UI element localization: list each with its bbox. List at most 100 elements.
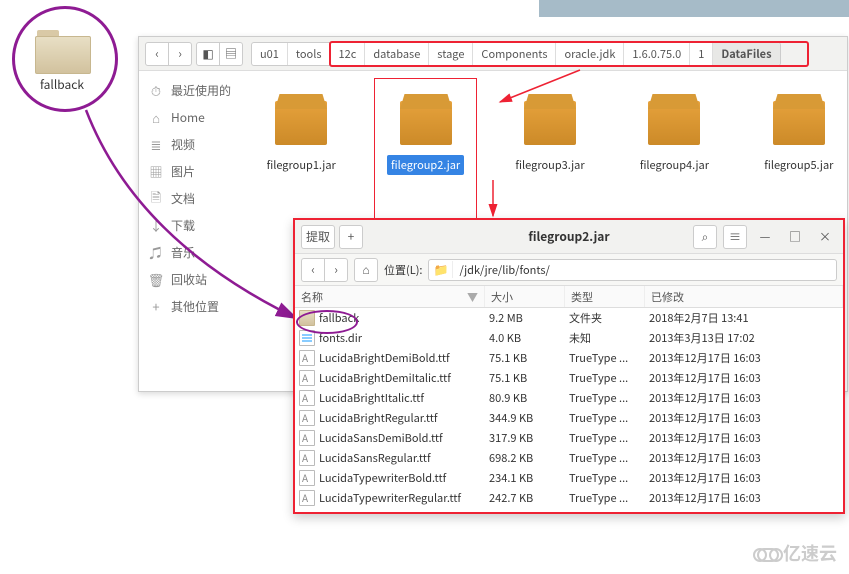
sidebar-icon: ⏱	[149, 84, 163, 98]
sort-indicator-icon: ▼	[467, 289, 478, 305]
sidebar-label: 回收站	[171, 271, 207, 288]
crumb-DataFiles[interactable]: DataFiles	[713, 43, 779, 65]
header-name[interactable]: 名称▼	[295, 286, 485, 307]
crumb-1[interactable]: 1	[690, 43, 713, 65]
font-icon	[299, 410, 315, 426]
sidebar-label: 文档	[171, 190, 195, 207]
watermark: 亿速云	[757, 540, 837, 566]
cell-modified: 2013年12月17日 16:03	[649, 490, 843, 506]
crumb-12c[interactable]: 12c	[330, 43, 365, 65]
sidebar-icon: 🗑	[149, 273, 163, 287]
archive-back-button[interactable]: ‹	[301, 258, 325, 282]
sidebar-icon: ▦	[149, 165, 163, 179]
sidebar-icon: ≣	[149, 138, 163, 152]
table-row[interactable]: LucidaTypewriterBold.ttf234.1 KBTrueType…	[295, 468, 843, 488]
cell-modified: 2013年12月17日 16:03	[649, 350, 843, 366]
close-button[interactable]: ×	[813, 225, 837, 249]
table-row[interactable]: LucidaSansDemiBold.ttf317.9 KBTrueType .…	[295, 428, 843, 448]
minimize-button[interactable]: —	[753, 225, 777, 249]
table-row[interactable]: LucidaBrightItalic.ttf80.9 KBTrueType ..…	[295, 388, 843, 408]
browse-button[interactable]: ◧	[196, 42, 220, 66]
crumb-u01[interactable]: u01	[252, 43, 288, 65]
cell-size: 4.0 KB	[489, 330, 569, 346]
location-input-box[interactable]: 📁 /jdk/jre/lib/fonts/	[428, 259, 837, 281]
header-size[interactable]: 大小	[485, 286, 565, 307]
sidebar-label: 下载	[171, 217, 195, 234]
back-button[interactable]: ‹	[145, 42, 169, 66]
cell-name: LucidaTypewriterBold.ttf	[319, 470, 489, 486]
sidebar-item-音乐[interactable]: ♫音乐	[139, 239, 253, 266]
header-type[interactable]: 类型	[565, 286, 645, 307]
cell-name: LucidaBrightDemiItalic.ttf	[319, 370, 489, 386]
file-name: filegroup1.jar	[263, 155, 340, 175]
sidebar-item-回收站[interactable]: 🗑 回收站	[139, 266, 253, 293]
cell-name: LucidaBrightItalic.ttf	[319, 390, 489, 406]
sidebar-item-图片[interactable]: ▦ 图片	[139, 158, 253, 185]
cell-type: TrueType ...	[569, 430, 649, 446]
crumb-database[interactable]: database	[365, 43, 429, 65]
folder-icon: 📁	[429, 261, 453, 278]
table-row[interactable]: LucidaBrightRegular.ttf344.9 KBTrueType …	[295, 408, 843, 428]
archive-window: 提取 + filegroup2.jar ⌕ ≡ — □ × ‹ › ⌂ 位置(L…	[293, 218, 845, 514]
table-row[interactable]: LucidaBrightDemiItalic.ttf75.1 KBTrueTyp…	[295, 368, 843, 388]
background-accent	[539, 0, 849, 17]
sidebar-label: 图片	[171, 163, 195, 180]
cell-size: 80.9 KB	[489, 390, 569, 406]
archive-forward-button[interactable]: ›	[324, 258, 348, 282]
file-list: fallback9.2 MB文件夹2018年2月7日 13:41fonts.di…	[295, 308, 843, 508]
cell-type: TrueType ...	[569, 470, 649, 486]
sidebar-item-下载[interactable]: ↓ 下载	[139, 212, 253, 239]
column-headers: 名称▼ 大小 类型 已修改	[295, 286, 843, 308]
table-row[interactable]: LucidaTypewriterRegular.ttf242.7 KBTrueT…	[295, 488, 843, 508]
font-icon	[299, 390, 315, 406]
sidebar-item-视频[interactable]: ≣视频	[139, 131, 253, 158]
forward-button[interactable]: ›	[168, 42, 192, 66]
disk-button[interactable]: ▤	[219, 42, 243, 66]
cell-modified: 2013年12月17日 16:03	[649, 370, 843, 386]
crumb-stage[interactable]: stage	[429, 43, 473, 65]
sidebar-icon: 🗎	[149, 192, 163, 206]
sidebar-icon: ↓	[149, 219, 163, 233]
cell-name: LucidaSansDemiBold.ttf	[319, 430, 489, 446]
toolbar: ‹ › ◧ ▤ u01tools12cdatabasestageComponen…	[139, 37, 847, 71]
search-button[interactable]: ⌕	[693, 225, 717, 249]
table-row[interactable]: fallback9.2 MB文件夹2018年2月7日 13:41	[295, 308, 843, 328]
folder-icon	[35, 30, 89, 72]
sidebar-item-文档[interactable]: 🗎 文档	[139, 185, 253, 212]
table-row[interactable]: fonts.dir4.0 KB未知2013年3月13日 17:02	[295, 328, 843, 348]
desktop-folder-fallback[interactable]: fallback	[35, 30, 89, 93]
crumb-oracle.jdk[interactable]: oracle.jdk	[556, 43, 624, 65]
cell-name: LucidaBrightRegular.ttf	[319, 410, 489, 426]
cell-size: 75.1 KB	[489, 370, 569, 386]
sidebar-item-最近使用的[interactable]: ⏱ 最近使用的	[139, 77, 253, 104]
sidebar-label: 最近使用的	[171, 82, 231, 99]
archive-home-button[interactable]: ⌂	[354, 258, 378, 282]
cell-modified: 2013年12月17日 16:03	[649, 450, 843, 466]
sidebar-item-Home[interactable]: ⌂Home	[139, 104, 253, 131]
cell-type: TrueType ...	[569, 390, 649, 406]
package-icon	[269, 87, 333, 147]
crumb-tools[interactable]: tools	[288, 43, 331, 65]
breadcrumb: u01tools12cdatabasestageComponentsoracle…	[251, 42, 781, 66]
maximize-button[interactable]: □	[783, 225, 807, 249]
cell-size: 242.7 KB	[489, 490, 569, 506]
sidebar-icon: ♫	[149, 246, 163, 260]
cell-name: fonts.dir	[319, 330, 489, 346]
table-row[interactable]: LucidaBrightDemiBold.ttf75.1 KBTrueType …	[295, 348, 843, 368]
package-icon	[767, 87, 831, 147]
cell-name: fallback	[319, 310, 489, 326]
add-button[interactable]: +	[339, 225, 363, 249]
crumb-1.6.0.75.0[interactable]: 1.6.0.75.0	[624, 43, 690, 65]
font-icon	[299, 370, 315, 386]
desktop-folder-label: fallback	[35, 76, 89, 93]
cell-type: TrueType ...	[569, 410, 649, 426]
menu-button[interactable]: ≡	[723, 225, 747, 249]
table-row[interactable]: LucidaSansRegular.ttf698.2 KBTrueType ..…	[295, 448, 843, 468]
cell-modified: 2013年12月17日 16:03	[649, 430, 843, 446]
sidebar-item-其他位置[interactable]: +其他位置	[139, 293, 253, 320]
cell-type: 文件夹	[569, 310, 649, 326]
crumb-Components[interactable]: Components	[473, 43, 556, 65]
file-name: filegroup3.jar	[511, 155, 588, 175]
header-modified[interactable]: 已修改	[645, 286, 843, 307]
extract-button[interactable]: 提取	[301, 225, 335, 249]
